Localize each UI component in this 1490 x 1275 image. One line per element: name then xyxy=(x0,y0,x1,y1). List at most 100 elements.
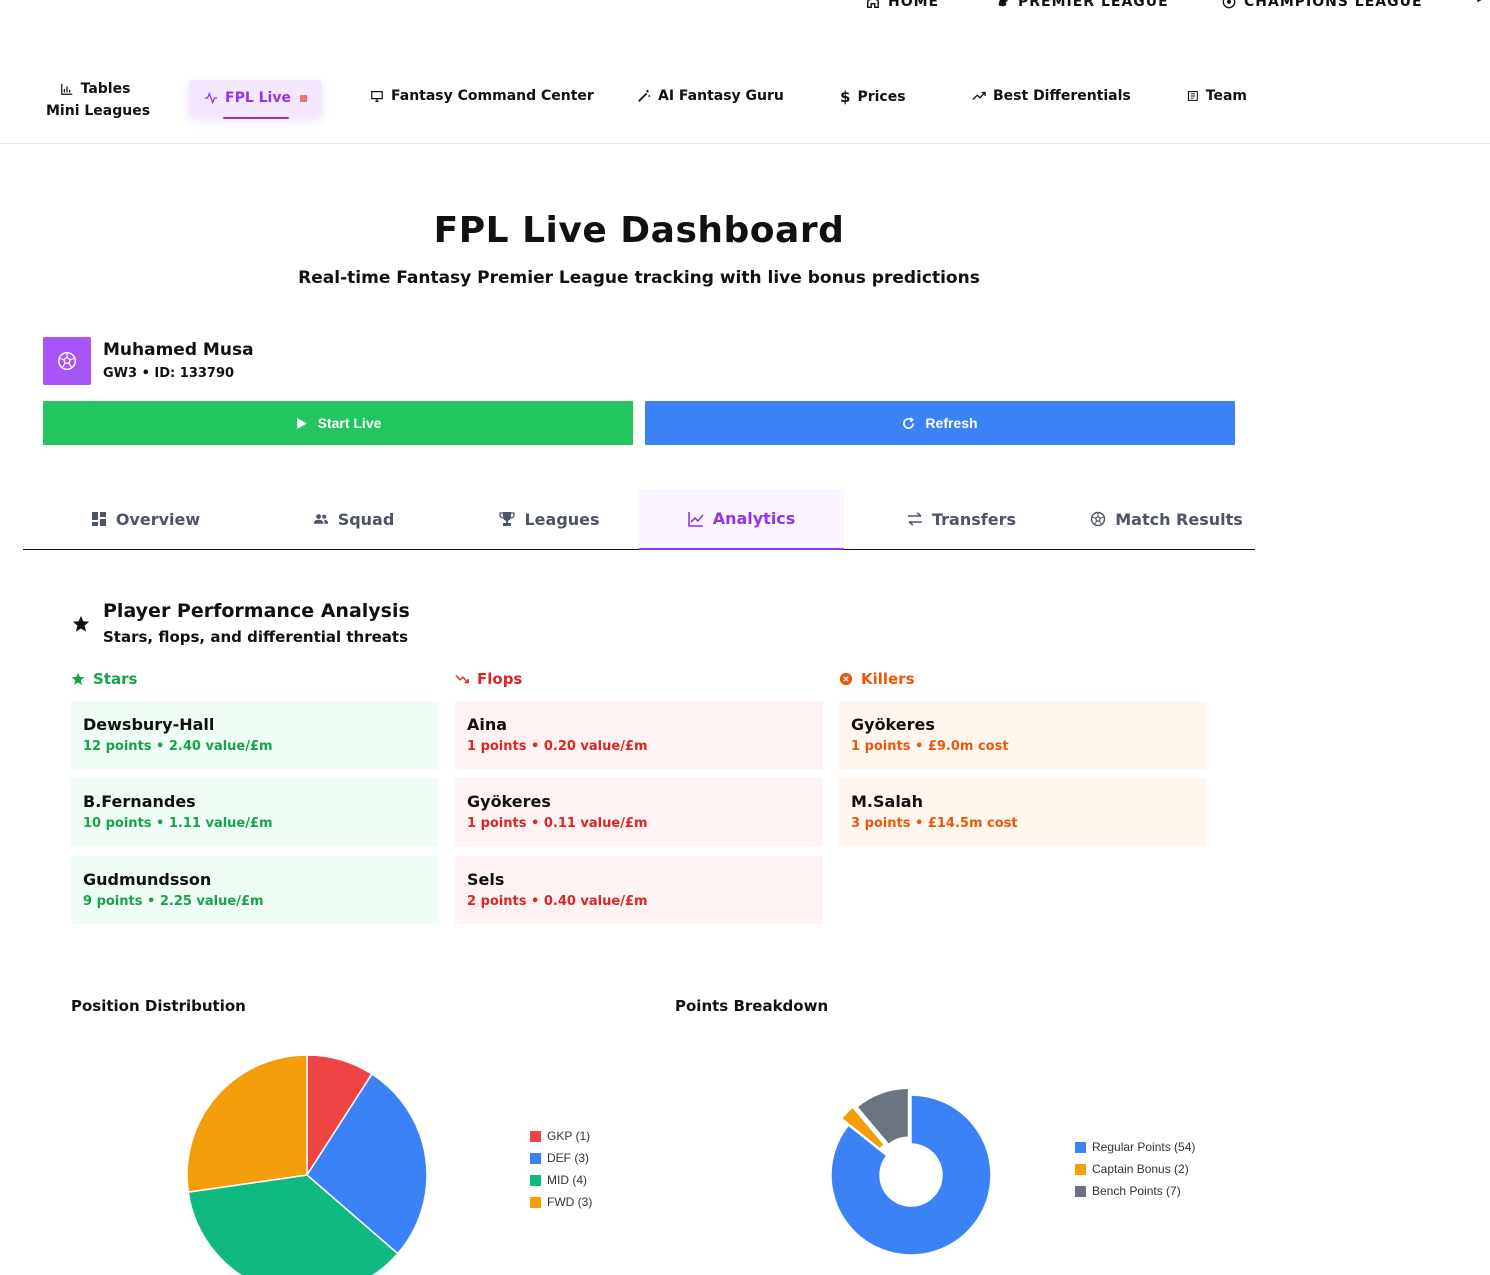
player-name: Gudmundsson xyxy=(83,870,212,889)
points-breakdown-title: Points Breakdown xyxy=(675,997,829,1015)
legend-label: Captain Bonus (2) xyxy=(1092,1162,1189,1176)
stars-label: Stars xyxy=(93,670,138,688)
subnav-team[interactable]: Team xyxy=(1187,88,1247,104)
tab-transfers[interactable]: Transfers xyxy=(859,489,1064,549)
legend-item[interactable]: Regular Points (54) xyxy=(1075,1140,1195,1154)
player-stat: 1 points • 0.20 value/£m xyxy=(467,739,648,754)
player-name: B.Fernandes xyxy=(83,792,196,811)
active-nav-underline xyxy=(223,117,289,119)
legend-swatch xyxy=(530,1196,541,1208)
legend-swatch xyxy=(1075,1163,1086,1175)
player-stat: 2 points • 0.40 value/£m xyxy=(467,894,648,909)
stars-heading: Stars xyxy=(71,670,137,688)
tab-squad[interactable]: Squad xyxy=(251,489,456,549)
pie-slice-gkp[interactable] xyxy=(306,1054,373,1178)
pie-slice-bench[interactable] xyxy=(856,1087,910,1146)
legend-swatch xyxy=(530,1152,541,1164)
tab-squad-label: Squad xyxy=(337,509,395,529)
dollar-icon: $ xyxy=(840,88,851,106)
tab-analytics[interactable]: Analytics xyxy=(639,489,844,550)
nav-champions-league[interactable]: CHAMPIONS LEAGUE xyxy=(1222,0,1423,10)
nav-home-label: HOME xyxy=(888,0,940,10)
killers-label: Killers xyxy=(861,670,915,688)
tab-overview-label: Overview xyxy=(115,509,201,529)
tab-leagues[interactable]: Leagues xyxy=(447,489,652,549)
player-stat: 1 points • £9.0m cost xyxy=(851,739,1009,754)
overflow-nav-icon[interactable] xyxy=(1472,0,1486,2)
swap-icon xyxy=(908,512,922,526)
nav-premier-league[interactable]: PREMIER LEAGUE xyxy=(996,0,1169,10)
legend-swatch xyxy=(1075,1185,1086,1197)
subnav-prices-label: Prices xyxy=(857,89,906,105)
subnav-fcc-label: Fantasy Command Center xyxy=(391,88,594,104)
legend-item[interactable]: GKP (1) xyxy=(530,1129,590,1143)
legend-label: GKP (1) xyxy=(547,1129,591,1143)
pie-slice-mid[interactable] xyxy=(187,1174,399,1275)
subnav-team-label: Team xyxy=(1205,88,1247,104)
legend-item[interactable]: DEF (3) xyxy=(530,1151,589,1165)
legend-item[interactable]: MID (4) xyxy=(530,1173,587,1187)
legend-item[interactable]: Captain Bonus (2) xyxy=(1075,1162,1189,1176)
legend-label: DEF (3) xyxy=(547,1151,589,1165)
sub-nav: Tables Mini Leagues FPL Live Fantasy Com… xyxy=(0,78,1490,144)
nav-champions-league-label: CHAMPIONS LEAGUE xyxy=(1244,0,1423,10)
users-icon xyxy=(313,514,328,524)
subnav-best-differentials[interactable]: Best Differentials xyxy=(972,88,1131,104)
monitor-icon xyxy=(371,91,383,102)
legend-label: Regular Points (54) xyxy=(1092,1140,1196,1154)
refresh-label: Refresh xyxy=(925,415,978,431)
tab-leagues-label: Leagues xyxy=(524,509,600,529)
legend-swatch xyxy=(530,1130,541,1142)
home-icon xyxy=(867,0,879,8)
newspaper-icon xyxy=(1187,91,1198,101)
activity-icon xyxy=(204,91,218,105)
player-name: M.Salah xyxy=(851,792,923,811)
player-name: Dewsbury-Hall xyxy=(83,715,215,734)
page-subtitle: Real-time Fantasy Premier League trackin… xyxy=(298,268,980,288)
subnav-fantasy-command-center[interactable]: Fantasy Command Center xyxy=(370,88,594,104)
subnav-tables-label: Tables xyxy=(80,81,131,97)
live-indicator-dot xyxy=(299,94,307,102)
manager-meta: GW3 • ID: 133790 xyxy=(103,366,235,381)
performance-title: Player Performance Analysis xyxy=(103,600,410,622)
start-live-button[interactable]: Start Live xyxy=(43,401,633,445)
star-player-card: B.Fernandes 10 points • 1.11 value/£m xyxy=(71,778,439,846)
pie-slice-captain[interactable] xyxy=(840,1105,886,1151)
manager-avatar xyxy=(43,337,91,385)
trending-up-icon xyxy=(972,91,986,100)
subnav-tables-mini-leagues[interactable]: Tables Mini Leagues xyxy=(46,78,150,122)
player-name: Gyökeres xyxy=(851,715,935,734)
chart-line-icon xyxy=(687,511,704,527)
player-stat: 12 points • 2.40 value/£m xyxy=(83,739,273,754)
killer-player-card: M.Salah 3 points • £14.5m cost xyxy=(839,778,1207,846)
flops-heading: Flops xyxy=(455,670,522,688)
football-icon xyxy=(58,352,76,370)
star-player-card: Gudmundsson 9 points • 2.25 value/£m xyxy=(71,856,439,924)
tab-analytics-label: Analytics xyxy=(712,509,796,528)
pie-slice-regular[interactable] xyxy=(830,1094,992,1256)
killers-heading: Killers xyxy=(839,670,915,688)
flop-player-card: Aina 1 points • 0.20 value/£m xyxy=(455,701,823,769)
legend-item[interactable]: FWD (3) xyxy=(530,1195,592,1209)
trophy-icon xyxy=(499,512,516,526)
refresh-button[interactable]: Refresh xyxy=(645,401,1235,445)
player-stat: 10 points • 1.11 value/£m xyxy=(83,816,273,831)
nav-home[interactable]: HOME xyxy=(866,0,939,10)
tab-overview[interactable]: Overview xyxy=(43,489,248,549)
pie-slice-fwd[interactable] xyxy=(186,1054,308,1193)
star-player-card: Dewsbury-Hall 12 points • 2.40 value/£m xyxy=(71,701,439,769)
flop-player-card: Gyökeres 1 points • 0.11 value/£m xyxy=(455,778,823,846)
legend-label: MID (4) xyxy=(547,1173,587,1187)
legend-item[interactable]: Bench Points (7) xyxy=(1075,1184,1181,1198)
legend-swatch xyxy=(530,1174,541,1186)
manager-name: Muhamed Musa xyxy=(103,340,254,360)
legend-label: Bench Points (7) xyxy=(1092,1184,1181,1198)
subnav-ai-fantasy-guru[interactable]: AI Fantasy Guru xyxy=(637,88,784,104)
subnav-differentials-label: Best Differentials xyxy=(993,88,1131,104)
performance-subtitle: Stars, flops, and differential threats xyxy=(103,628,409,646)
pie-slice-def[interactable] xyxy=(306,1073,428,1255)
star-icon xyxy=(72,615,90,632)
tab-match-results[interactable]: Match Results xyxy=(1064,489,1269,549)
subnav-fpl-live[interactable]: FPL Live xyxy=(189,80,322,116)
subnav-prices[interactable]: $ Prices xyxy=(840,88,906,106)
